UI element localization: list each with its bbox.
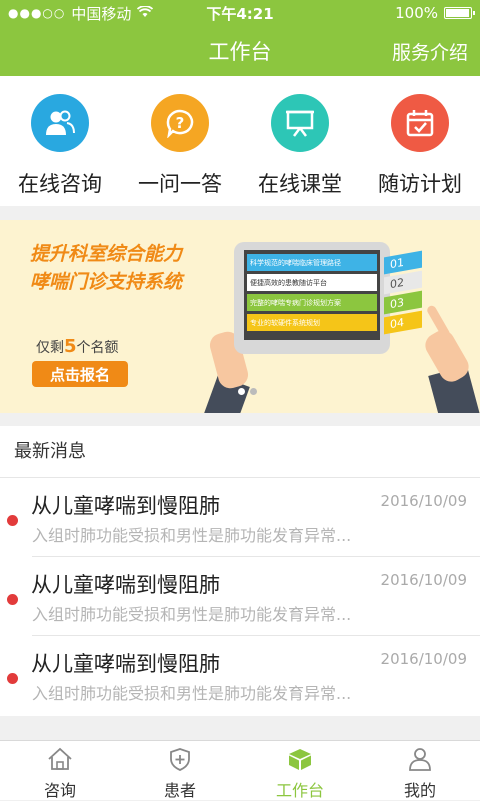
quick-qa[interactable]: ? 一问一答 — [120, 76, 240, 206]
remain-prefix: 仅剩 — [36, 340, 64, 356]
box-icon — [287, 747, 313, 775]
news-heading: 最新消息 — [0, 426, 480, 478]
unread-dot — [7, 515, 18, 526]
wifi-icon — [137, 4, 154, 22]
news-title: 从儿童哮喘到慢阻肺 — [31, 573, 220, 597]
news-summary: 入组时肺功能受损和男性是肺功能发育异常... — [32, 684, 352, 703]
home-icon — [47, 747, 73, 775]
quick-actions: 在线咨询 ? 一问一答 在线课堂 随访计划 — [0, 76, 480, 206]
user-icon — [407, 747, 433, 775]
register-button[interactable]: 点击报名 — [32, 361, 128, 387]
carrier-label: 中国移动 — [71, 4, 132, 23]
tab-consult[interactable]: 咨询 — [0, 741, 120, 800]
news-item[interactable]: 从儿童哮喘到慢阻肺 2016/10/09 入组时肺功能受损和男性是肺功能发育异常… — [0, 478, 480, 557]
tab-label: 患者 — [163, 781, 196, 800]
quick-label: 在线课堂 — [258, 172, 342, 196]
pager-dot — [250, 388, 257, 395]
question-icon: ? — [151, 94, 209, 152]
tab-workbench[interactable]: 工作台 — [240, 741, 360, 800]
news-section: 最新消息 从儿童哮喘到慢阻肺 2016/10/09 入组时肺功能受损和男性是肺功… — [0, 426, 480, 716]
quick-label: 随访计划 — [378, 172, 462, 196]
remain-suffix: 个名额 — [76, 340, 119, 356]
banner-title: 提升科室综合能力 哮喘门诊支持系统 — [30, 240, 182, 296]
banner-pager[interactable] — [238, 388, 270, 396]
banner-title-line1: 提升科室综合能力 — [30, 243, 183, 265]
tab-label: 工作台 — [275, 781, 324, 800]
tab-bar: 咨询 患者 工作台 我的 — [0, 740, 480, 800]
tablet-row: 科学规范的哮喘临床管理路径 — [247, 254, 377, 271]
news-summary: 入组时肺功能受损和男性是肺功能发育异常... — [32, 605, 352, 624]
news-date: 2016/10/09 — [380, 571, 467, 589]
quick-online-class[interactable]: 在线课堂 — [240, 76, 360, 206]
quick-label: 在线咨询 — [18, 172, 102, 196]
banner-title-line2: 哮喘门诊支持系统 — [30, 271, 183, 293]
news-item[interactable]: 从儿童哮喘到慢阻肺 2016/10/09 入组时肺功能受损和男性是肺功能发育异常… — [0, 557, 480, 636]
news-summary: 入组时肺功能受损和男性是肺功能发育异常... — [32, 526, 352, 545]
tab-label: 咨询 — [43, 781, 76, 800]
classroom-board-icon — [271, 94, 329, 152]
remain-count: 5 — [64, 336, 77, 357]
tablet-screen: 科学规范的哮喘临床管理路径 便捷高效的患教随访平台 完整的哮喘专病门诊规划方案 … — [244, 250, 380, 340]
news-date: 2016/10/09 — [380, 492, 467, 510]
tag: 04 — [384, 310, 422, 335]
banner-tags: 01 02 03 04 — [384, 250, 422, 335]
tab-label: 我的 — [403, 781, 436, 800]
status-bar: ●●●○○ 中国移动 下午4:21 100% — [0, 0, 480, 26]
signal-icon: ●●●○○ — [8, 6, 66, 20]
svg-text:?: ? — [176, 114, 185, 132]
pager-dot-active — [238, 388, 245, 395]
unread-dot — [7, 594, 18, 605]
tab-mine[interactable]: 我的 — [360, 741, 480, 800]
promo-banner[interactable]: 提升科室综合能力 哮喘门诊支持系统 仅剩5个名额 点击报名 科学规范的哮喘临床管… — [0, 220, 480, 413]
service-intro-button[interactable]: 服务介绍 — [392, 38, 468, 65]
unread-dot — [7, 673, 18, 684]
calendar-icon — [391, 94, 449, 152]
page-title: 工作台 — [208, 40, 272, 64]
tablet-row: 专业的软硬件系统规划 — [247, 314, 377, 331]
tab-patients[interactable]: 患者 — [120, 741, 240, 800]
tablet-row: 便捷高效的患教随访平台 — [247, 274, 377, 291]
nav-bar: 工作台 服务介绍 — [0, 26, 480, 76]
battery-icon — [444, 7, 475, 19]
tablet-row: 完整的哮喘专病门诊规划方案 — [247, 294, 377, 311]
consultation-people-icon — [31, 94, 89, 152]
quick-online-consult[interactable]: 在线咨询 — [0, 76, 120, 206]
news-date: 2016/10/09 — [380, 650, 467, 668]
shield-plus-icon — [167, 747, 193, 775]
news-title: 从儿童哮喘到慢阻肺 — [31, 494, 220, 518]
news-title: 从儿童哮喘到慢阻肺 — [31, 652, 220, 676]
banner-remaining: 仅剩5个名额 — [36, 336, 119, 357]
battery-percent: 100% — [395, 4, 438, 22]
news-item[interactable]: 从儿童哮喘到慢阻肺 2016/10/09 入组时肺功能受损和男性是肺功能发育异常… — [0, 636, 480, 715]
quick-label: 一问一答 — [138, 172, 222, 196]
banner-tablet: 科学规范的哮喘临床管理路径 便捷高效的患教随访平台 完整的哮喘专病门诊规划方案 … — [234, 242, 390, 354]
quick-followup-plan[interactable]: 随访计划 — [360, 76, 480, 206]
